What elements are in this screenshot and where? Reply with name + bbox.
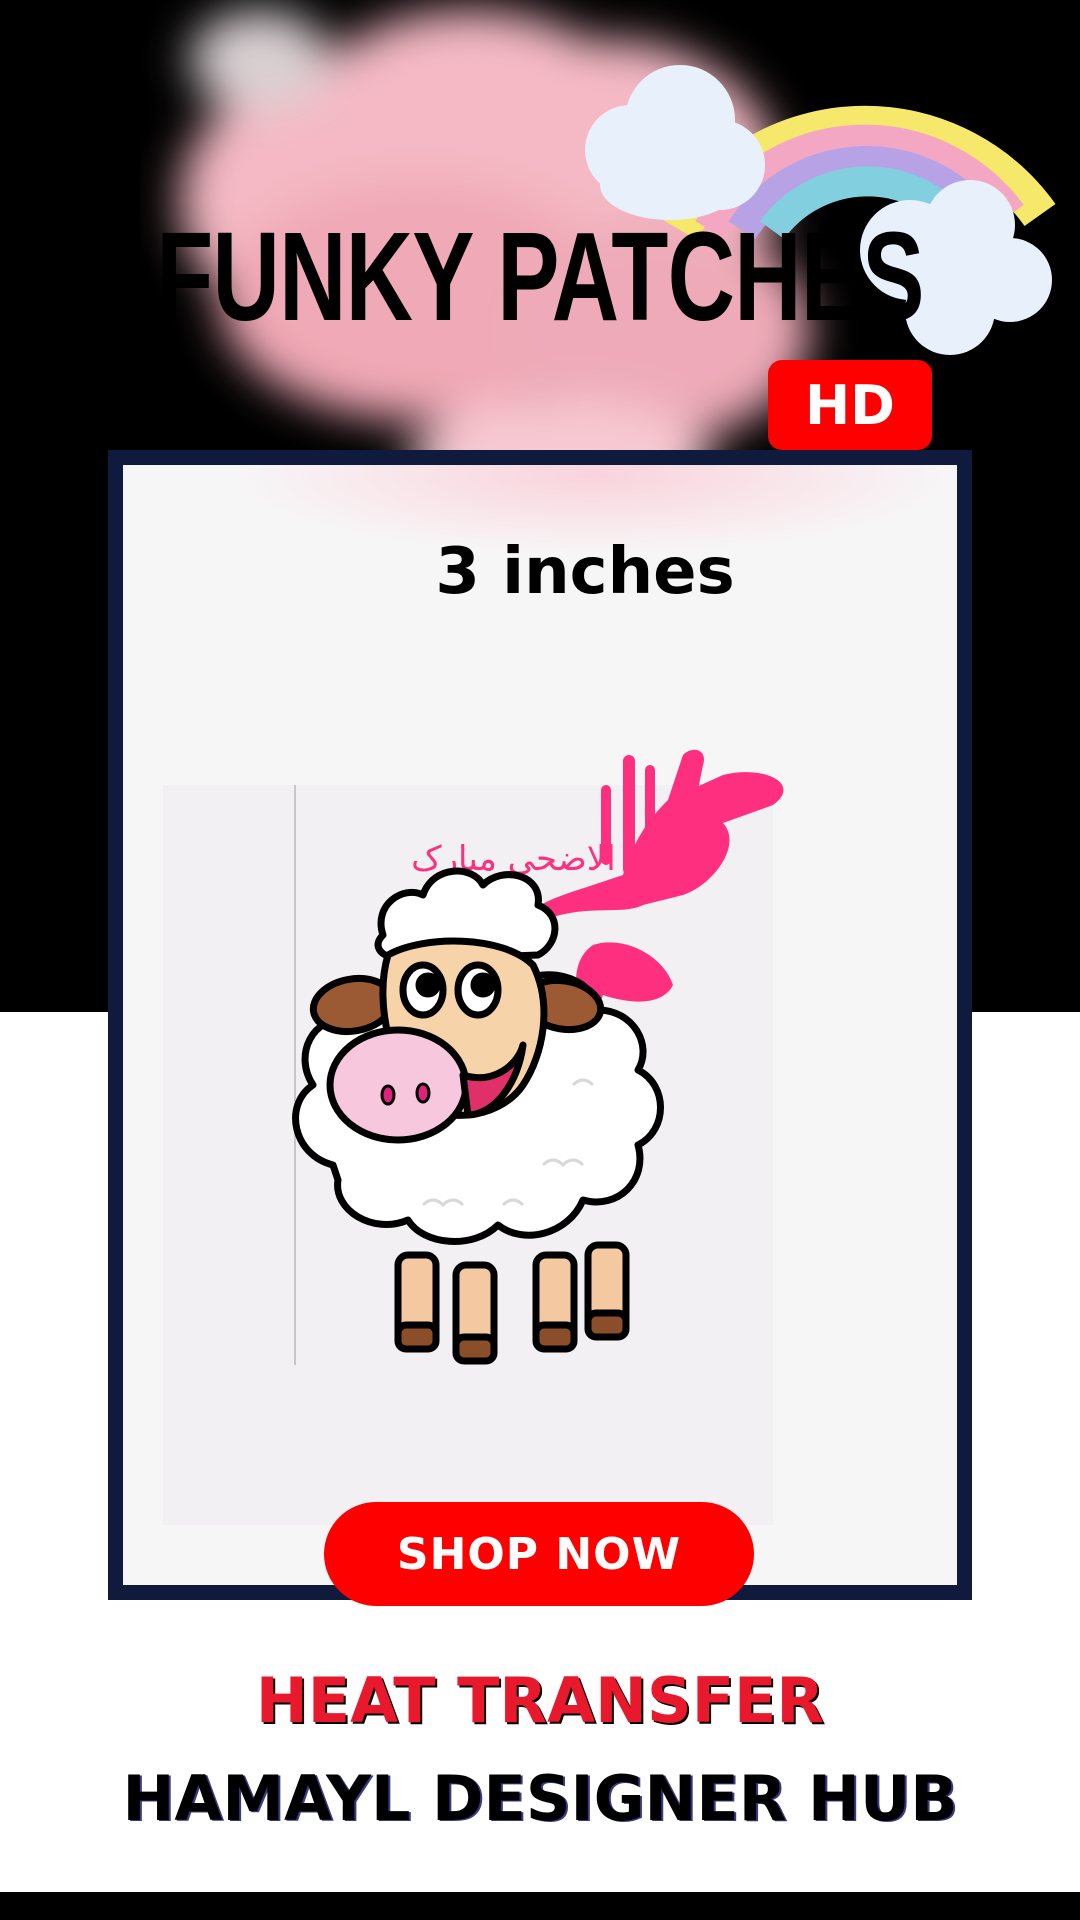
hd-badge: HD (768, 360, 932, 450)
sheep-illustration: عید الاضحی مبارک (163, 749, 784, 1525)
bottom-black-bar (0, 1892, 1080, 1920)
shop-now-button[interactable]: SHOP NOW (324, 1502, 754, 1606)
size-label: 3 inches (435, 535, 735, 609)
page-title: FUNKY PATCHES (156, 206, 924, 347)
product-image-frame: عید الاضحی مبارک 3 inches (108, 450, 972, 1600)
brand-name: HAMAYL DESIGNER HUB (122, 1762, 958, 1835)
product-photo[interactable]: عید الاضحی مبارک 3 inches (123, 465, 957, 1585)
category-heading: HEAT TRANSFER (255, 1664, 825, 1737)
